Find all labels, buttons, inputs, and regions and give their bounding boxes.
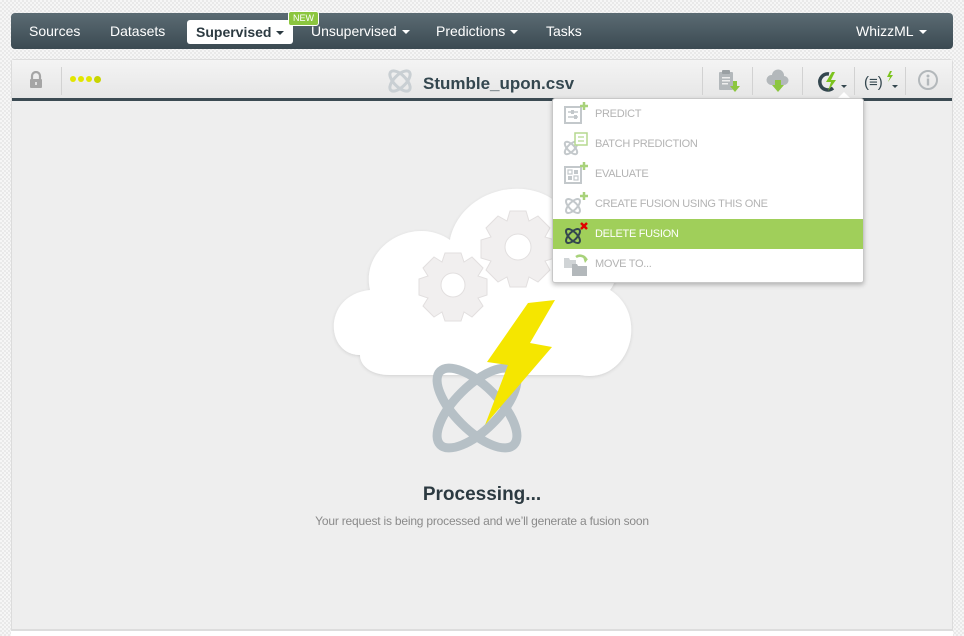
move-folder-icon bbox=[563, 252, 589, 276]
progress-dot bbox=[94, 75, 101, 83]
toolbar-divider bbox=[702, 67, 703, 95]
batch-prediction-icon bbox=[563, 132, 589, 156]
nav-whizzml-label: WhizzML bbox=[856, 23, 914, 39]
nav-predictions-label: Predictions bbox=[436, 23, 506, 39]
fusion-add-icon bbox=[563, 192, 589, 216]
menu-item-delete-fusion[interactable]: DELETE FUSION bbox=[553, 219, 863, 249]
fusion-icon bbox=[385, 66, 415, 101]
menu-item-create-fusion[interactable]: CREATE FUSION USING THIS ONE bbox=[553, 189, 863, 219]
predict-add-icon bbox=[563, 102, 589, 126]
progress-dots bbox=[70, 75, 101, 83]
processing-message: Your request is being processed and we’l… bbox=[315, 514, 649, 528]
progress-dot bbox=[86, 76, 92, 82]
nav-supervised-label: Supervised bbox=[196, 24, 272, 40]
menu-item-label: EVALUATE bbox=[595, 168, 649, 180]
menu-item-label: BATCH PREDICTION bbox=[595, 138, 698, 150]
menu-item-batch-prediction[interactable]: BATCH PREDICTION bbox=[553, 129, 863, 159]
nav-sources[interactable]: Sources bbox=[29, 13, 80, 49]
toolbar-divider bbox=[854, 67, 855, 95]
progress-dot bbox=[70, 76, 76, 82]
lock-icon[interactable] bbox=[28, 70, 44, 94]
chevron-down-icon bbox=[401, 30, 410, 35]
svg-text:(≡): (≡) bbox=[864, 74, 883, 91]
nav-predictions[interactable]: Predictions bbox=[436, 13, 519, 49]
menu-item-label: MOVE TO... bbox=[595, 258, 652, 270]
menu-item-predict[interactable]: PREDICT bbox=[553, 99, 863, 129]
resource-title: Stumble_upon.csv bbox=[385, 66, 574, 101]
panel-bottom-edge bbox=[11, 630, 953, 636]
cloud-download-icon[interactable] bbox=[765, 69, 791, 98]
resource-name: Stumble_upon.csv bbox=[423, 73, 575, 93]
top-navigation: Sources Datasets Supervised NEW Unsuperv… bbox=[11, 11, 953, 49]
nav-tasks-label: Tasks bbox=[546, 23, 582, 39]
evaluate-add-icon bbox=[563, 162, 589, 186]
toolbar-divider bbox=[752, 67, 753, 95]
progress-dot bbox=[78, 76, 84, 82]
chevron-down-icon bbox=[510, 30, 519, 35]
nav-unsupervised[interactable]: Unsupervised bbox=[311, 13, 410, 49]
processing-title: Processing... bbox=[422, 484, 542, 505]
nav-supervised[interactable]: Supervised bbox=[187, 20, 294, 44]
toolbar-divider bbox=[905, 67, 906, 95]
nav-datasets-label: Datasets bbox=[110, 23, 166, 39]
download-actual-vs-predicted-icon[interactable] bbox=[717, 69, 741, 98]
nav-unsupervised-label: Unsupervised bbox=[311, 23, 397, 39]
chevron-down-icon bbox=[276, 31, 285, 36]
menu-item-label: PREDICT bbox=[595, 108, 642, 120]
chevron-down-icon bbox=[918, 30, 927, 35]
resource-toolbar: Stumble_upon.csv (≡) bbox=[12, 60, 952, 101]
nav-sources-label: Sources bbox=[29, 23, 81, 39]
info-icon[interactable] bbox=[917, 69, 939, 96]
toolbar-divider bbox=[802, 67, 803, 95]
menu-item-label: DELETE FUSION bbox=[595, 228, 679, 240]
nav-datasets[interactable]: Datasets bbox=[110, 13, 165, 49]
fusion-actions-menu: PREDICT BATCH PREDICTION EVALUATE CREATE… bbox=[552, 98, 864, 283]
nav-whizzml[interactable]: WhizzML bbox=[856, 13, 927, 49]
whizzml-scripts-icon[interactable]: (≡) bbox=[864, 69, 900, 98]
menu-item-label: CREATE FUSION USING THIS ONE bbox=[595, 198, 768, 210]
fusion-delete-icon bbox=[563, 222, 589, 246]
nav-tasks[interactable]: Tasks bbox=[546, 13, 582, 49]
menu-item-evaluate[interactable]: EVALUATE bbox=[553, 159, 863, 189]
toolbar-divider bbox=[61, 67, 62, 95]
menu-item-move-to[interactable]: MOVE TO... bbox=[553, 249, 863, 279]
